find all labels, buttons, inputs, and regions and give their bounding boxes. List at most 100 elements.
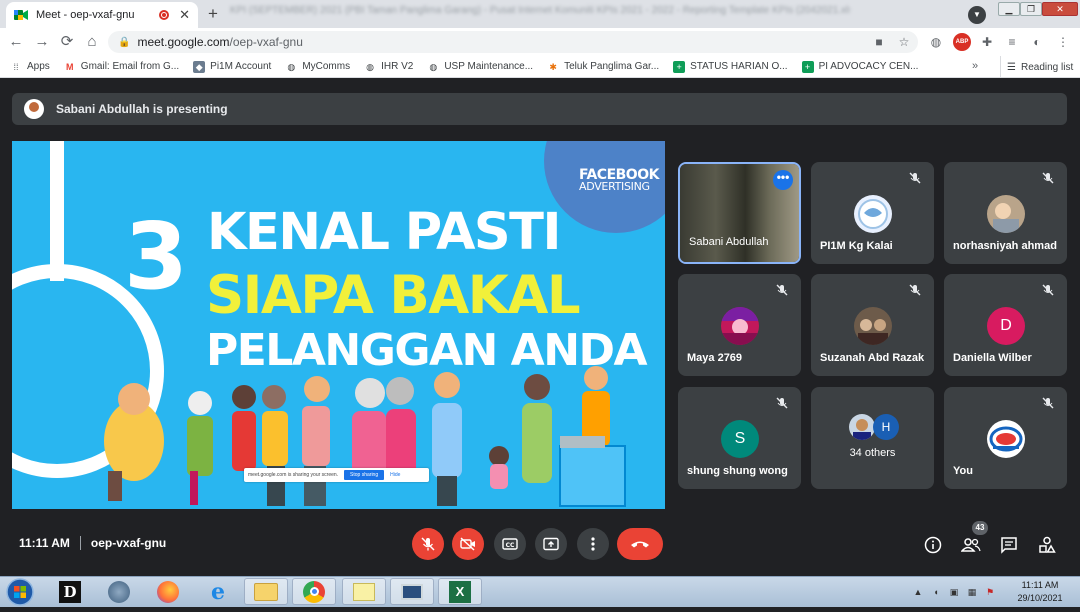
reading-list-button[interactable]: ☰ Reading list [1000,56,1073,78]
slide-title-line1: KENAL PASTI [207,203,561,262]
participant-tile-suzanah-abd-razak[interactable]: Suzanah Abd Razak [811,274,934,376]
participant-count-badge: 43 [972,521,988,535]
tab-meet[interactable]: Meet - oep-vxaf-gnu ✕ [6,2,198,28]
leave-call-button[interactable] [617,528,663,560]
network-icon[interactable]: ▦ [966,586,978,598]
url-host: meet.google.com [137,35,230,49]
bookmark-label: USP Maintenance... [444,61,534,72]
presenting-text: Sabani Abdullah is presenting [56,102,228,116]
stop-sharing-button[interactable]: Stop sharing [344,470,385,480]
camera-off-icon [460,537,475,551]
translate-icon[interactable]: ◍ [927,33,945,51]
slide-number: 3 [124,203,189,310]
participant-tile-others[interactable]: H 34 others [811,387,934,489]
captions-button[interactable]: CC [494,528,526,560]
meeting-details-button[interactable] [923,535,943,555]
reload-button[interactable]: ⟳ [57,32,77,52]
hide-notification-button[interactable]: Hide [390,472,400,478]
taskbar-chrome[interactable] [292,578,336,605]
bookmark-label: PI ADVOCACY CEN... [818,61,919,72]
bookmark-gmail[interactable]: M Gmail: Email from G... [64,61,179,73]
media-control-icon[interactable]: ≡ [1003,33,1021,51]
bookmarks-overflow-button[interactable]: » [972,60,978,72]
start-button[interactable] [4,577,36,607]
mic-muted-icon [1042,397,1054,409]
globe-icon: ◍ [429,61,438,72]
recording-indicator-icon [159,10,170,20]
participant-tile-norhasniyah-ahmad[interactable]: norhasniyah ahmad [944,162,1067,264]
bookmark-pi-advocacy[interactable]: + PI ADVOCACY CEN... [801,60,919,73]
participant-tile-sabani-abdullah[interactable]: ••• Sabani Abdullah [678,162,801,264]
bookmark-label: MyComms [302,61,351,72]
back-button[interactable]: ← [6,32,26,52]
tab-close-button[interactable]: ✕ [179,7,190,23]
taskbar-internet-explorer[interactable]: e [196,578,240,605]
home-button[interactable]: ⌂ [82,32,102,52]
divider [79,536,81,550]
taskbar-remote-desktop[interactable] [390,578,434,605]
bookmark-label: Teluk Panglima Gar... [564,61,660,72]
chrome-menu-icon[interactable]: ⋮ [1054,33,1072,51]
presentation-slide[interactable]: FACEBOOK ADVERTISING 3 KENAL PASTI SIAPA… [12,141,665,509]
taskbar-app-d[interactable]: D [48,578,92,605]
people-icon [961,538,981,552]
taskbar-excel[interactable]: X [438,578,482,605]
bookmark-pi1m-account[interactable]: ◆ Pi1M Account [193,60,272,73]
address-bar[interactable]: 🔒 meet.google.com/oep-vxaf-gnu [108,31,918,53]
taskbar-sticky-notes[interactable] [342,578,386,605]
show-hidden-icons-icon[interactable]: ▲ [912,586,924,598]
bookmark-teluk-panglima[interactable]: ✱ Teluk Panglima Gar... [547,61,659,73]
bookmark-ihr-v2[interactable]: ◍ IHR V2 [364,61,413,73]
restore-button[interactable]: ❐ [1020,2,1042,16]
system-clock[interactable]: 11:11 AM 29/10/2021 [1010,579,1070,605]
more-options-button[interactable]: ••• [773,170,793,190]
new-tab-button[interactable]: + [203,4,223,24]
mic-off-icon [421,537,435,551]
chat-button[interactable] [999,535,1019,555]
participant-tile-pi1m-kg-kalai[interactable]: PI1M Kg Kalai [811,162,934,264]
minimize-button[interactable]: ▁ [998,2,1020,16]
participant-avatar [854,307,892,345]
camera-toggle-button[interactable] [452,528,484,560]
others-avatar-stack: H [849,414,909,440]
taskbar-firefox[interactable] [146,578,190,605]
participant-tile-daniella-wilber[interactable]: D Daniella Wilber [944,274,1067,376]
bookmark-star-icon[interactable]: ☆ [895,33,913,51]
present-screen-icon [543,537,559,551]
microphone-toggle-button[interactable] [412,528,444,560]
present-now-button[interactable] [535,528,567,560]
bookmark-mycomms[interactable]: ◍ MyComms [285,61,350,73]
tab-search-icon[interactable]: ▼ [968,6,986,24]
bookmark-status-harian[interactable]: + STATUS HARIAN O... [673,60,788,73]
taskbar-file-explorer[interactable] [244,578,288,605]
camera-in-use-icon[interactable]: ■ [870,33,888,51]
participants-button[interactable] [961,535,981,555]
participant-tile-shung-shung-wong[interactable]: S shung shung wong [678,387,801,489]
mic-muted-icon [776,397,788,409]
action-center-icon[interactable]: ⚑ [984,586,996,598]
volume-icon[interactable]: ◖ [930,586,942,598]
adblock-icon[interactable]: ABP [953,33,971,51]
participant-name: Sabani Abdullah [689,236,769,248]
slide-title-line3: PELANGGAN ANDA [206,325,648,376]
security-shield-icon[interactable]: ▣ [948,586,960,598]
sheets-icon: + [673,60,686,73]
firefox-icon [157,580,179,603]
more-options-button[interactable] [577,528,609,560]
bookmark-usp-maintenance[interactable]: ◍ USP Maintenance... [427,61,533,73]
taskbar-app-gear[interactable] [97,578,141,605]
bookmark-apps[interactable]: ⁞⁞ Apps [10,61,49,73]
chat-icon [1001,537,1017,554]
participant-tile-you[interactable]: You [944,387,1067,489]
bookmark-label: Pi1M Account [210,61,272,72]
extensions-icon[interactable]: ✚ [978,33,996,51]
profile-avatar-icon[interactable]: ◐ [1028,33,1046,51]
mic-muted-icon [909,284,921,296]
reading-list-icon: ☰ [1007,61,1016,73]
participant-name: Daniella Wilber [953,352,1032,364]
close-window-button[interactable]: ✕ [1042,2,1078,16]
activities-button[interactable] [1037,535,1057,555]
participant-tile-maya-2769[interactable]: Maya 2769 [678,274,801,376]
others-count-label: 34 others [849,447,896,459]
forward-button[interactable]: → [32,32,52,52]
